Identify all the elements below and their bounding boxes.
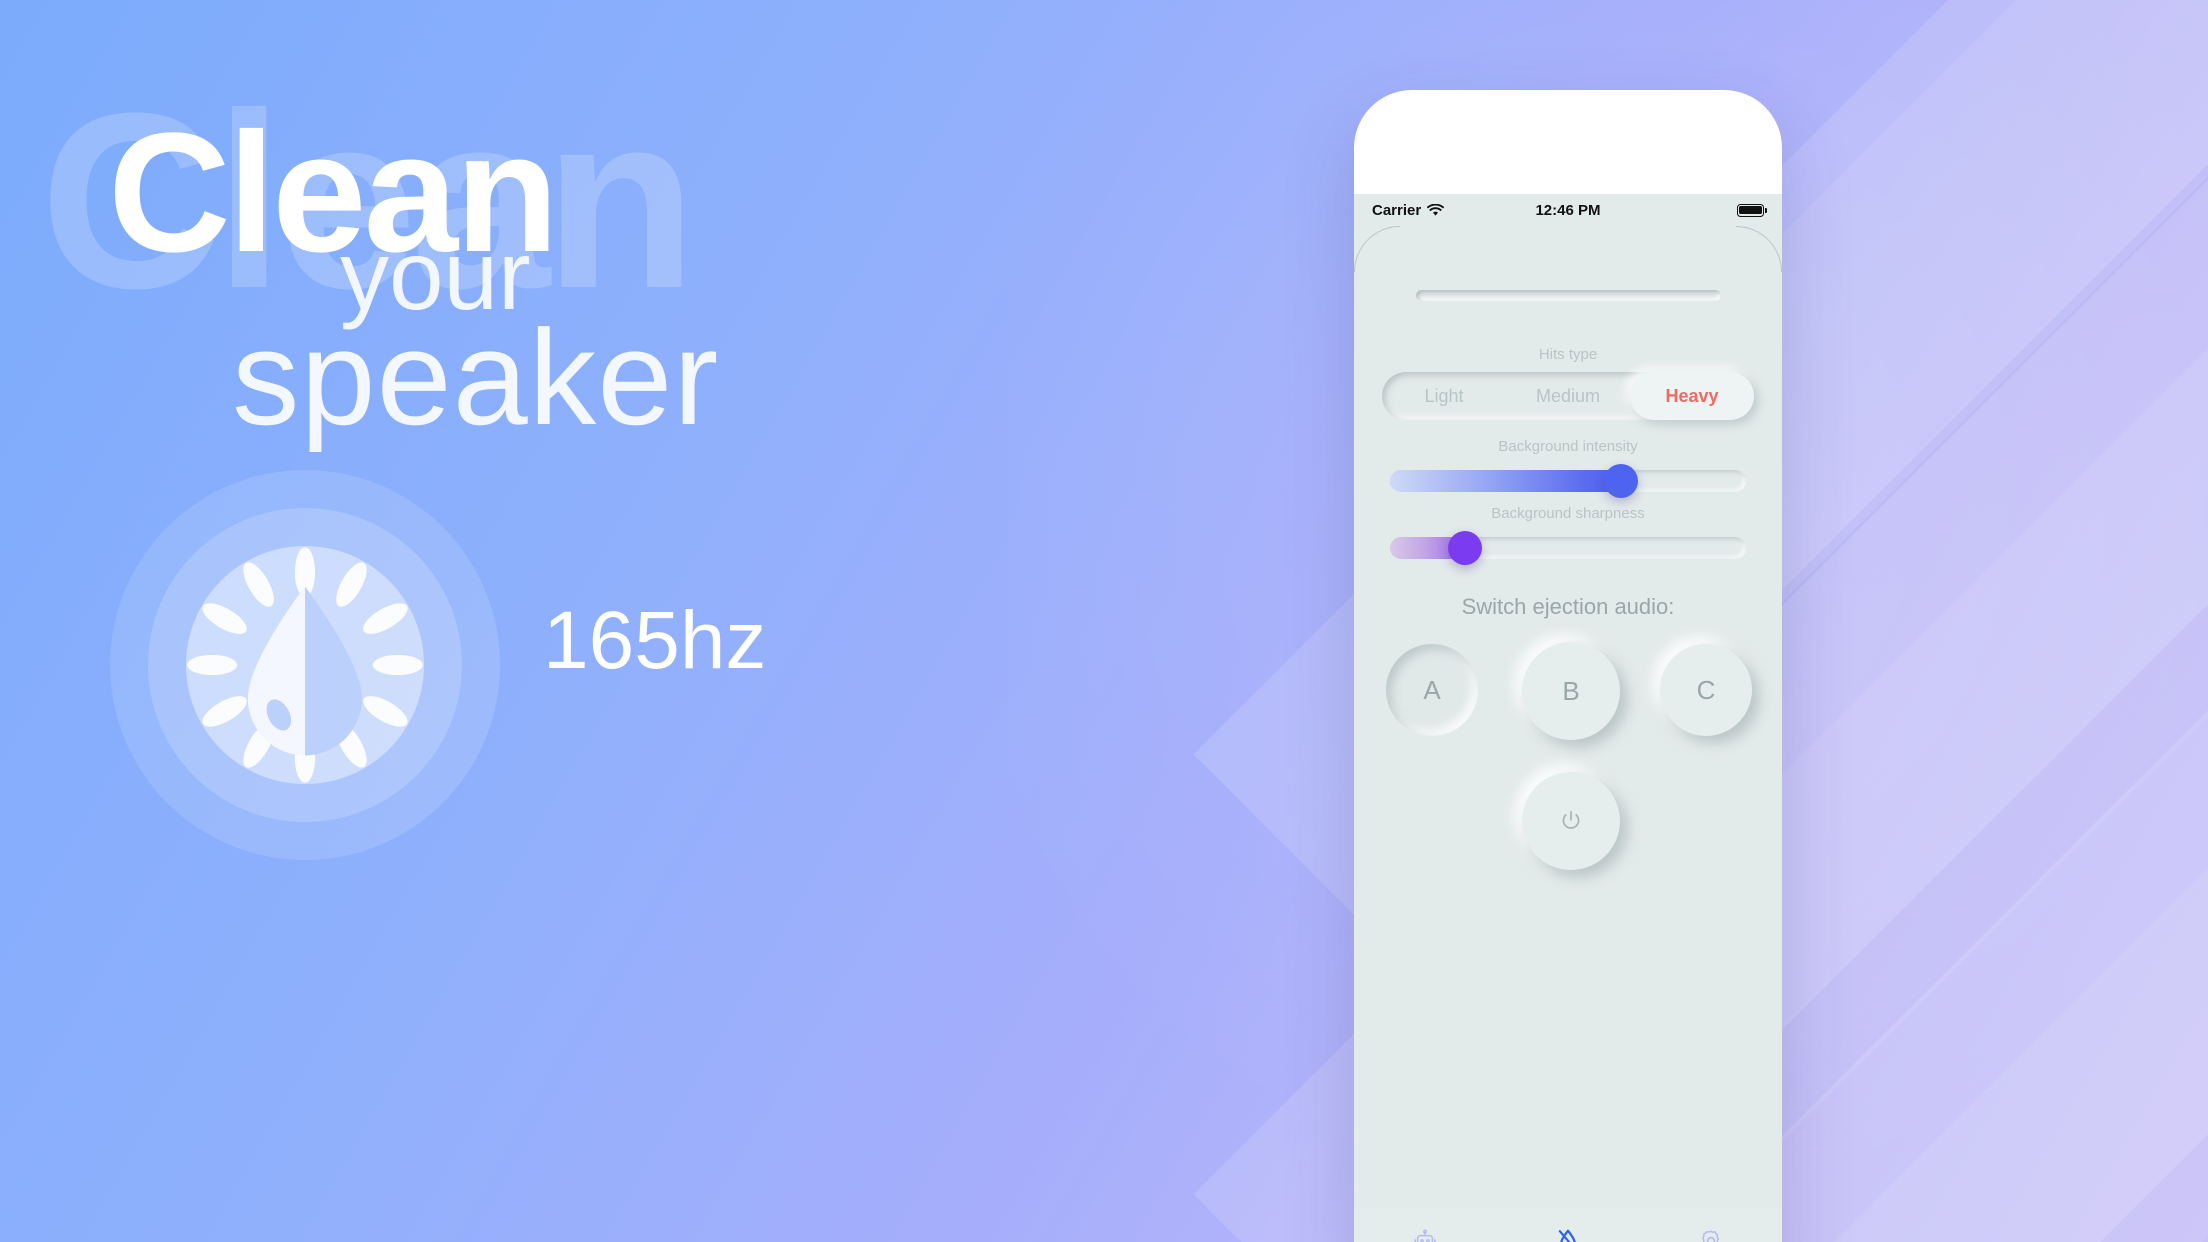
slider-thumb[interactable] — [1447, 531, 1482, 565]
audio-button-b[interactable]: B — [1522, 642, 1620, 740]
frequency-label: 165hz — [543, 595, 767, 686]
app-screen: Carrier 12:46 PM Hits type Light Medium … — [1354, 194, 1782, 1242]
power-icon — [1562, 810, 1580, 829]
status-bar-right — [1737, 203, 1767, 217]
background-sharpness-label: Background sharpness — [1491, 505, 1645, 522]
background-intensity-label: Background intensity — [1498, 438, 1638, 455]
status-bar: Carrier 12:46 PM — [1354, 194, 1782, 226]
robot-icon — [1414, 1229, 1436, 1242]
slider-thumb[interactable] — [1604, 464, 1639, 498]
headline-speaker: speaker — [232, 302, 720, 453]
bottom-tab-bar: Auto Eject Manual Eject Settings — [1354, 1208, 1782, 1242]
audio-button-c[interactable]: C — [1660, 644, 1752, 736]
tab-manual-eject[interactable]: Manual Eject — [1497, 1227, 1640, 1242]
background-intensity-slider[interactable] — [1390, 464, 1746, 498]
gear-icon — [1701, 1230, 1719, 1242]
segment-option-heavy[interactable]: Heavy — [1630, 372, 1754, 420]
status-bar-time: 12:46 PM — [1535, 201, 1601, 219]
background-sharpness-slider[interactable] — [1390, 531, 1746, 565]
phone-mockup: Carrier 12:46 PM Hits type Light Medium … — [1354, 90, 1782, 1242]
switch-ejection-audio-title: Switch ejection audio: — [1461, 594, 1675, 619]
segment-option-medium[interactable]: Medium — [1506, 372, 1630, 420]
slider-fill — [1390, 470, 1622, 492]
promo-left-panel: Clean Clean your speaker 165hz — [0, 0, 1000, 1242]
hits-type-label: Hits type — [1538, 346, 1598, 363]
audio-button-a[interactable]: A — [1386, 644, 1478, 736]
hits-type-segmented-control[interactable]: Light Medium Heavy — [1382, 372, 1754, 420]
water-drop-off-icon — [1558, 1229, 1576, 1242]
segment-option-light[interactable]: Light — [1382, 372, 1506, 420]
battery-full-icon — [1737, 203, 1767, 217]
power-button[interactable] — [1522, 772, 1620, 870]
speaker-grille-bar-icon — [1416, 290, 1721, 301]
water-drop-sun-logo-icon — [187, 547, 423, 783]
screen-corner-arc — [1354, 226, 1400, 272]
screen-corner-arc — [1736, 226, 1782, 272]
app-logo — [110, 470, 500, 860]
tab-auto-eject[interactable]: Auto Eject — [1354, 1228, 1497, 1242]
tab-settings[interactable]: Settings — [1639, 1228, 1782, 1242]
